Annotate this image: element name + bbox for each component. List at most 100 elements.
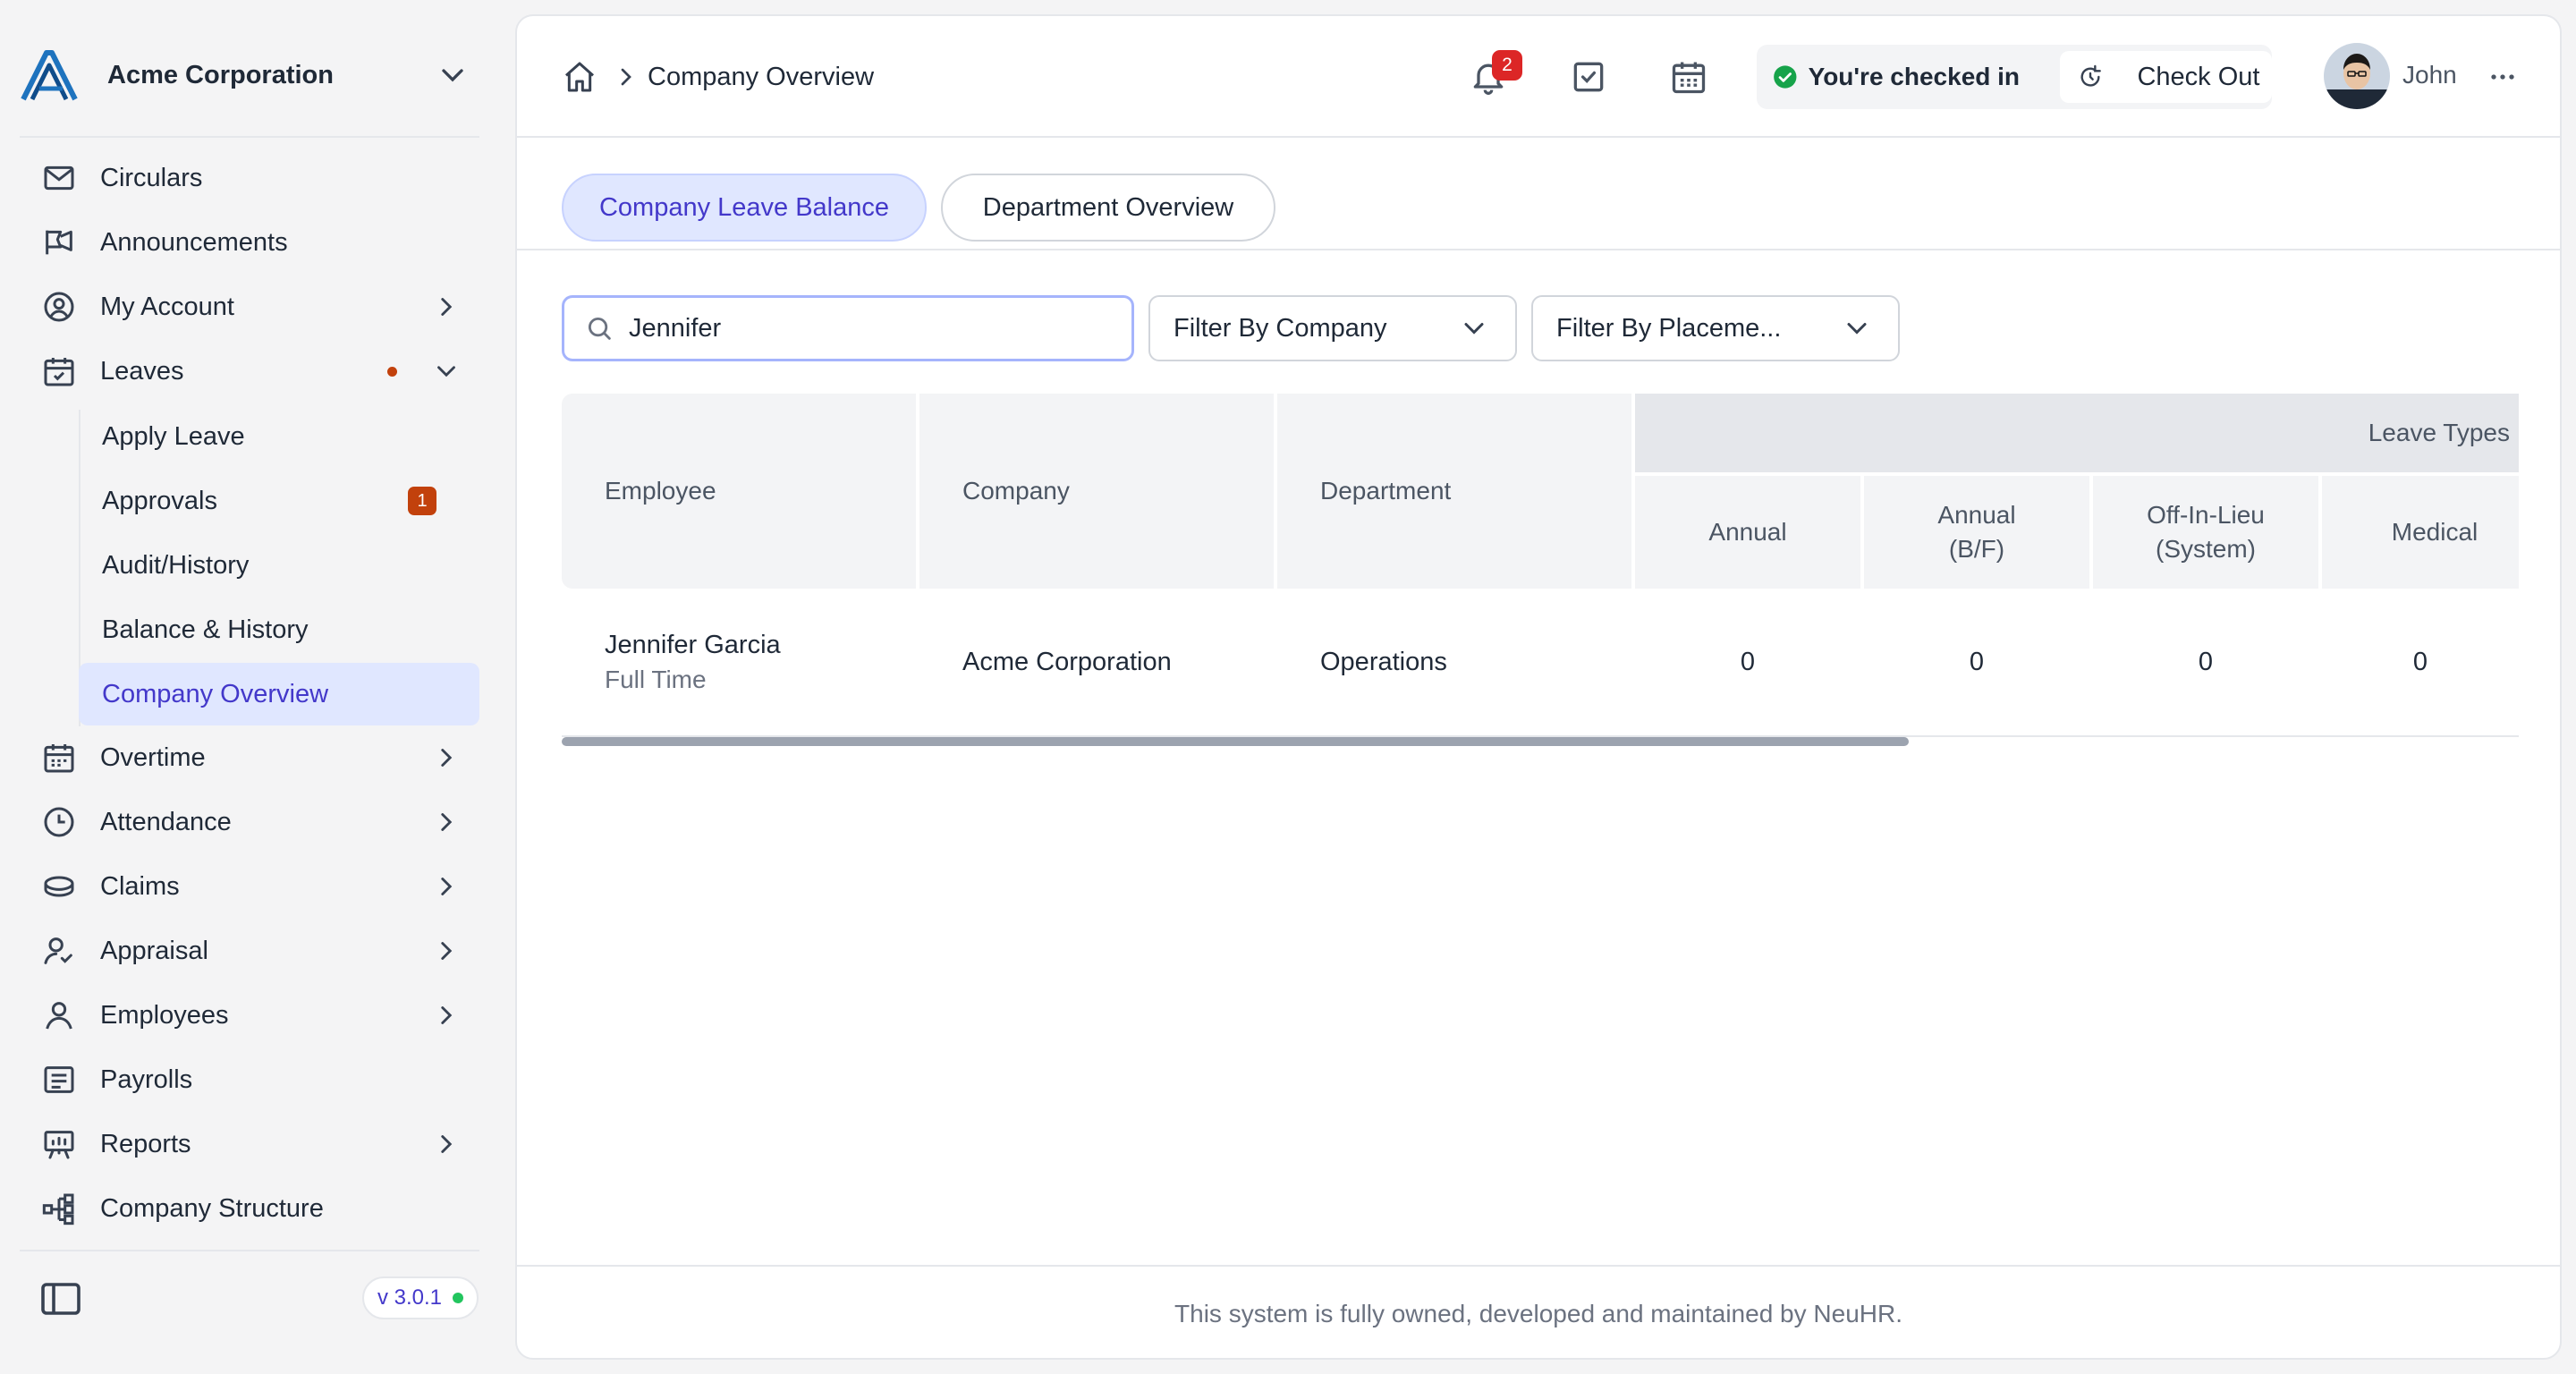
sidebar-item-overtime[interactable]: Overtime: [32, 728, 479, 787]
check-circle-icon: [1774, 65, 1797, 89]
sidebar: Acme Corporation Circulars Announcements…: [0, 0, 501, 1374]
filter-by-placement-select[interactable]: Filter By Placeme...: [1531, 295, 1900, 361]
leave-balance-table: Employee Company Department Leave Types …: [562, 394, 2519, 751]
sidebar-item-appraisal[interactable]: Appraisal: [32, 921, 479, 980]
sidebar-item-announcements[interactable]: Announcements: [32, 213, 479, 272]
chevron-right-icon: [441, 1135, 453, 1153]
column-header-employee[interactable]: Employee: [562, 394, 916, 589]
table-cell-annual: 0: [1635, 589, 1860, 735]
horizontal-scrollbar[interactable]: [562, 737, 1909, 746]
version-badge: v 3.0.1: [362, 1276, 479, 1319]
user-icon: [46, 1002, 72, 1030]
header-label: (B/F): [1948, 535, 2005, 563]
receipt-icon: [44, 1066, 74, 1093]
sidebar-subitem-company-overview[interactable]: Company Overview: [79, 663, 479, 725]
column-header-department[interactable]: Department: [1277, 394, 1631, 589]
search-field[interactable]: [562, 295, 1134, 361]
home-icon[interactable]: [562, 59, 597, 95]
chevron-down-icon: [442, 69, 463, 82]
filter-by-company-select[interactable]: Filter By Company: [1148, 295, 1517, 361]
sidebar-item-label: My Account: [100, 292, 234, 321]
sidebar-item-attendance[interactable]: Attendance: [32, 793, 479, 852]
user-circle-icon: [44, 292, 74, 322]
tab-label: Company Leave Balance: [598, 192, 890, 222]
sidebar-subitem-apply-leave[interactable]: Apply Leave: [79, 405, 479, 468]
sidebar-subitem-label: Audit/History: [102, 550, 250, 580]
check-out-button[interactable]: Check Out: [2060, 51, 2272, 103]
sidebar-item-label: Company Structure: [100, 1193, 324, 1223]
calendar-icon[interactable]: [1669, 57, 1708, 97]
sidebar-item-company-structure[interactable]: Company Structure: [32, 1179, 479, 1238]
sidebar-item-label: Claims: [100, 871, 180, 901]
cell-text: Acme Corporation: [962, 647, 1172, 676]
sidebar-item-payrolls[interactable]: Payrolls: [32, 1050, 479, 1109]
refresh-clock-icon: [2080, 64, 2102, 87]
footer: This system is fully owned, developed an…: [517, 1265, 2560, 1358]
sidebar-item-reports[interactable]: Reports: [32, 1115, 479, 1174]
tab-department-overview[interactable]: Department Overview: [941, 174, 1275, 242]
sidebar-subitem-audit-history[interactable]: Audit/History: [79, 534, 479, 597]
search-icon: [588, 317, 611, 340]
chevron-down-icon: [437, 366, 455, 377]
chevron-down-icon: [1847, 323, 1867, 335]
search-input[interactable]: [629, 313, 1130, 344]
sidebar-item-employees[interactable]: Employees: [32, 986, 479, 1045]
sidebar-divider: [20, 1250, 479, 1251]
tab-label: Department Overview: [982, 192, 1234, 222]
table-cell-medical: 0: [2322, 589, 2519, 735]
column-header-annual[interactable]: Annual: [1635, 476, 1860, 589]
sidebar-item-label: Circulars: [100, 163, 203, 192]
chevron-right-icon: [441, 942, 453, 960]
header-label: Company: [962, 477, 1070, 505]
tab-bar: Company Leave Balance Department Overvie…: [517, 140, 2560, 250]
org-chart-icon: [42, 1193, 74, 1226]
chevron-right-icon: [441, 749, 453, 767]
company-switcher[interactable]: Acme Corporation: [20, 45, 476, 106]
main-panel: Company Overview 2 You're checked in Che…: [515, 14, 2562, 1360]
status-dot: [453, 1293, 464, 1303]
avatar[interactable]: [2324, 43, 2390, 109]
sidebar-item-label: Overtime: [100, 742, 206, 772]
table-cell-annual-bf: 0: [1864, 589, 2089, 735]
sidebar-subitem-balance-history[interactable]: Balance & History: [79, 598, 479, 661]
tab-company-leave-balance[interactable]: Company Leave Balance: [562, 174, 927, 242]
sidebar-item-circulars[interactable]: Circulars: [32, 148, 479, 208]
header-label: Off-In-Lieu: [2147, 501, 2265, 529]
avatar-image: [2324, 43, 2390, 109]
employment-type: Full Time: [605, 665, 707, 693]
table-cell-employee[interactable]: Jennifer Garcia Full Time: [562, 589, 916, 735]
sidebar-toggle-icon[interactable]: [39, 1279, 82, 1319]
sidebar-item-leaves[interactable]: Leaves: [32, 342, 479, 401]
chevron-right-icon: [621, 68, 631, 86]
unread-dot: [387, 366, 397, 377]
presentation-icon: [44, 1131, 74, 1159]
header-label: Medical: [2391, 518, 2479, 546]
footer-text: This system is fully owned, developed an…: [1174, 1300, 1902, 1327]
header-label: Employee: [605, 477, 716, 505]
notification-count-badge: 2: [1492, 50, 1522, 81]
user-name[interactable]: John: [2402, 61, 2457, 89]
task-checkbox-icon[interactable]: [1569, 57, 1608, 97]
chevron-right-icon: [441, 298, 453, 316]
sidebar-item-my-account[interactable]: My Account: [32, 277, 479, 336]
column-header-annual-bf[interactable]: Annual (B/F): [1864, 476, 2089, 589]
chevron-down-icon: [1464, 323, 1484, 335]
column-header-off-in-lieu[interactable]: Off-In-Lieu (System): [2093, 476, 2318, 589]
top-bar: Company Overview 2 You're checked in Che…: [517, 16, 2560, 138]
header-label: Annual: [1937, 501, 2016, 529]
table-cell-department: Operations: [1320, 589, 1631, 735]
calendar-check-icon: [44, 358, 74, 386]
more-horizontal-icon[interactable]: [2485, 59, 2521, 95]
sidebar-item-label: Attendance: [100, 807, 232, 836]
table-cell-off-in-lieu: 0: [2093, 589, 2318, 735]
chevron-right-icon: [441, 1006, 453, 1024]
sidebar-subitem-approvals[interactable]: Approvals 1: [79, 470, 479, 532]
column-header-company[interactable]: Company: [919, 394, 1274, 589]
version-text: v 3.0.1: [377, 1285, 443, 1310]
sidebar-item-claims[interactable]: Claims: [32, 857, 479, 916]
sidebar-item-label: Reports: [100, 1129, 191, 1158]
calendar-icon: [44, 744, 74, 773]
company-logo-icon: [21, 50, 78, 101]
column-header-medical[interactable]: Medical: [2322, 476, 2519, 589]
sidebar-divider: [20, 136, 479, 138]
